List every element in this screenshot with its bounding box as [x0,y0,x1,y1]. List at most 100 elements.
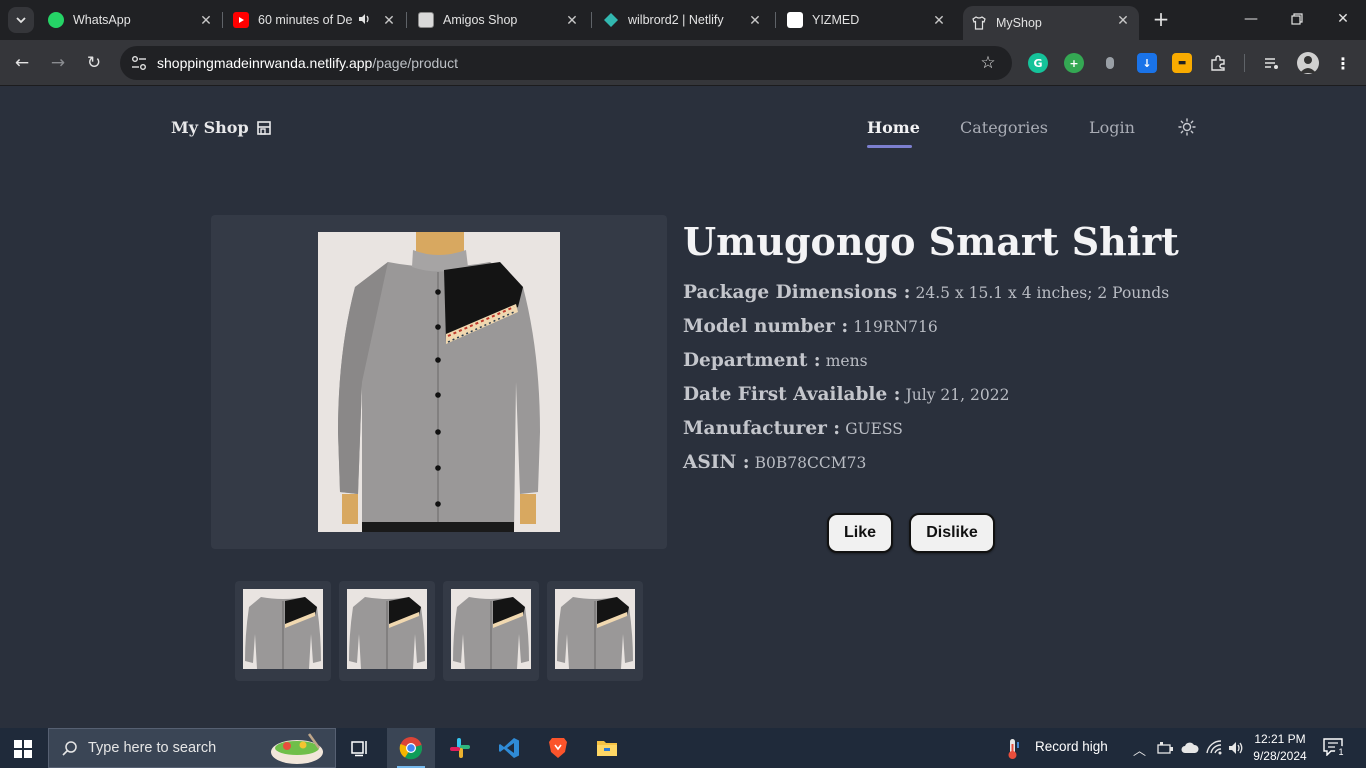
url-text: shoppingmadeinrwanda.netlify.app/page/pr… [157,55,458,71]
volume-icon[interactable] [1228,740,1244,756]
spec-value: mens [825,352,868,370]
like-button[interactable]: Like [827,513,893,553]
spec-label: Package Dimensions : [683,282,911,303]
chrome-taskbar-icon[interactable] [387,728,435,768]
extension-green-icon[interactable]: + [1064,53,1084,73]
spec-value: 24.5 x 15.1 x 4 inches; 2 Pounds [915,284,1170,302]
thumbnail-image [243,589,323,669]
yizmed-icon [787,12,803,28]
tab-separator [222,12,223,28]
thermometer-icon [1008,739,1019,759]
toolbar-separator [1244,54,1245,72]
nav-home[interactable]: Home [867,118,920,137]
notification-center-icon[interactable]: 1 [1323,738,1347,758]
spec-label: ASIN : [683,452,750,473]
minimize-icon[interactable]: — [1240,8,1262,30]
nav-active-indicator [867,145,912,148]
more-menu-icon[interactable]: ⋮ [1333,53,1353,73]
grammarly-icon[interactable]: G [1028,53,1048,73]
product-image-card [211,215,667,549]
spec-row: Manufacturer : GUESS [683,418,903,439]
extension-yellow-icon[interactable]: ▬ [1172,53,1192,73]
brave-icon[interactable] [534,728,582,768]
forward-icon[interactable]: → [47,52,69,74]
thumbnail-image [555,589,635,669]
tab-separator [406,12,407,28]
profile-avatar[interactable] [1297,52,1319,74]
tab-title: 60 minutes of De [258,13,352,27]
spec-label: Date First Available : [683,384,901,405]
tab-title: WhatsApp [73,13,131,27]
close-tab-icon[interactable]: ✕ [564,12,580,28]
tab-yizmed[interactable]: YIZMED ✕ [787,6,947,34]
tab-myshop-active[interactable]: MyShop ✕ [963,6,1139,40]
spec-label: Model number : [683,316,849,337]
chevron-down-icon [16,17,26,24]
product-main-image[interactable] [318,232,560,532]
spec-value: B0B78CCM73 [754,454,867,472]
tab-search-button[interactable] [8,7,34,33]
network-adapter-icon[interactable] [1157,741,1175,755]
spec-row: Model number : 119RN716 [683,316,938,337]
nav-categories[interactable]: Categories [960,118,1048,137]
spec-row: Date First Available : July 21, 2022 [683,384,1009,405]
windows-taskbar: Type here to search Record high ︿ 12:21 … [0,728,1366,768]
sun-icon[interactable] [1178,118,1196,136]
extension-mouse-icon[interactable] [1100,53,1120,73]
close-tab-icon[interactable]: ✕ [747,12,763,28]
spec-value: GUESS [845,420,903,438]
bookmark-star-icon[interactable]: ☆ [978,53,998,73]
spec-label: Manufacturer : [683,418,841,439]
close-tab-icon[interactable]: ✕ [1115,12,1131,28]
product-thumbnail[interactable] [339,581,435,681]
spec-row: Package Dimensions : 24.5 x 15.1 x 4 inc… [683,282,1169,303]
product-thumbnail[interactable] [235,581,331,681]
close-tab-icon[interactable]: ✕ [198,12,214,28]
spec-label: Department : [683,350,821,371]
vscode-icon[interactable] [485,728,533,768]
site-settings-icon[interactable] [130,54,148,72]
tab-youtube[interactable]: 60 minutes of De ✕ [233,6,397,34]
tab-amigos-shop[interactable]: Amigos Shop ✕ [418,6,580,34]
tab-separator [775,12,776,28]
media-controls-icon[interactable] [1262,53,1282,73]
url-omnibox[interactable]: shoppingmadeinrwanda.netlify.app/page/pr… [120,46,1012,80]
url-path: /page/product [372,55,458,71]
site-brand-link[interactable]: My Shop [171,118,271,137]
spec-value: 119RN716 [853,318,938,336]
speaker-icon[interactable] [357,12,371,29]
product-thumbnail[interactable] [547,581,643,681]
nav-login[interactable]: Login [1089,118,1135,137]
tab-title: Amigos Shop [443,13,518,27]
store-icon [256,120,271,135]
product-title: Umugongo Smart Shirt [683,219,1179,264]
tray-overflow-icon[interactable]: ︿ [1133,740,1146,759]
close-window-icon[interactable]: ✕ [1332,8,1354,30]
restore-icon[interactable] [1286,8,1308,30]
close-tab-icon[interactable]: ✕ [931,12,947,28]
tab-netlify[interactable]: wilbrord2 | Netlify ✕ [603,6,763,34]
task-view-icon[interactable] [336,728,384,768]
spec-value: July 21, 2022 [905,386,1010,404]
close-tab-icon[interactable]: ✕ [381,12,397,28]
taskbar-search-box[interactable]: Type here to search [48,728,336,768]
dislike-button[interactable]: Dislike [909,513,995,553]
slack-icon[interactable] [436,728,484,768]
product-thumbnail[interactable] [443,581,539,681]
windows-start-icon[interactable] [14,740,32,758]
back-icon[interactable]: ← [11,52,33,74]
wifi-icon[interactable] [1206,740,1222,756]
tab-whatsapp[interactable]: WhatsApp ✕ [48,6,214,34]
brand-label: My Shop [171,118,249,137]
search-placeholder: Type here to search [88,740,217,756]
url-host: shoppingmadeinrwanda.netlify.app [157,55,373,71]
reload-icon[interactable]: ↻ [83,52,105,74]
tab-title: wilbrord2 | Netlify [628,13,724,27]
cloud-icon[interactable] [1181,741,1199,755]
download-extension-icon[interactable]: ↓ [1137,53,1157,73]
weather-text[interactable]: Record high [1035,739,1108,754]
new-tab-button[interactable]: + [1150,8,1172,30]
extensions-puzzle-icon[interactable] [1208,53,1228,73]
taskbar-clock[interactable]: 12:21 PM 9/28/2024 [1250,731,1310,765]
file-explorer-icon[interactable] [583,728,631,768]
